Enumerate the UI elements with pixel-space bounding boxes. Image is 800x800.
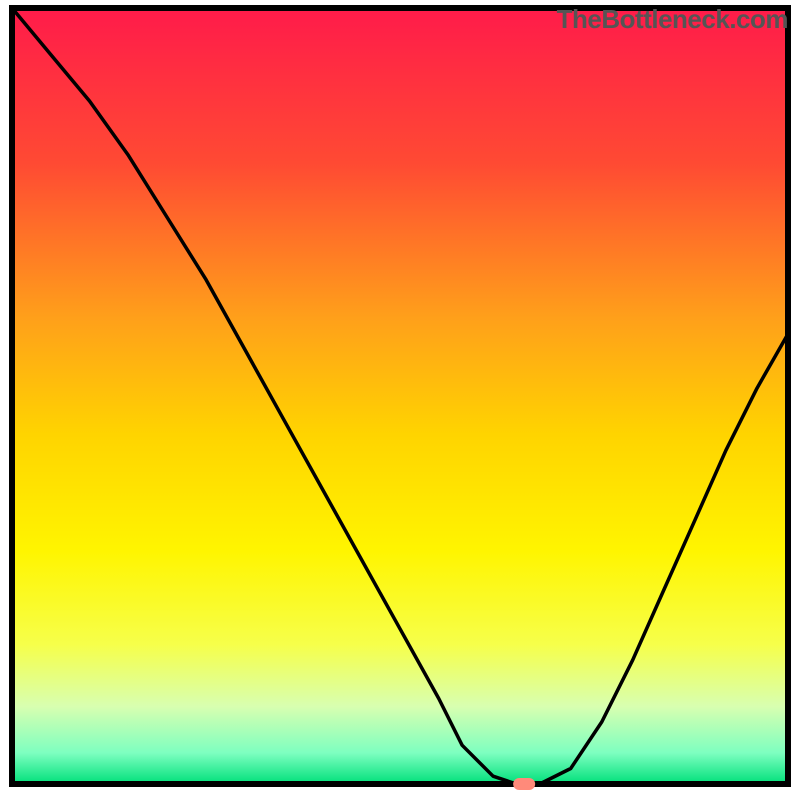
gradient-background	[12, 8, 788, 784]
chart-svg	[0, 0, 800, 800]
bottleneck-chart: TheBottleneck.com	[0, 0, 800, 800]
optimal-marker	[513, 778, 535, 790]
watermark-label: TheBottleneck.com	[557, 4, 788, 35]
